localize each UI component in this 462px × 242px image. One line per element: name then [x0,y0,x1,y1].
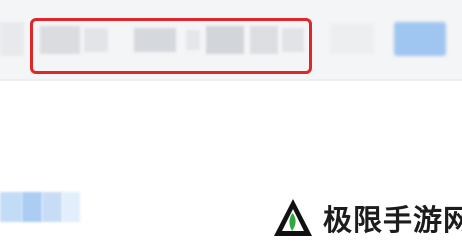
blurred-link-segment [0,192,22,222]
triangle-leaf-logo [274,199,312,236]
watermark-text: 极限手游网 [323,203,462,237]
blurred-link-segment [22,192,42,222]
highlighted-toolbar-area [30,18,312,74]
blurred-toolbar-item [0,22,24,56]
top-toolbar [0,0,462,81]
site-watermark: 极限手游网 [271,192,462,242]
toolbar-divider [0,79,462,81]
action-button[interactable] [394,22,446,56]
blurred-link-segment [42,192,62,222]
blurred-link-segment [62,192,80,222]
blurred-link[interactable] [0,192,84,222]
blurred-content-text [0,114,144,162]
blurred-toolbar-item [330,24,374,54]
screenshot-view: 极限手游网 [0,0,462,242]
